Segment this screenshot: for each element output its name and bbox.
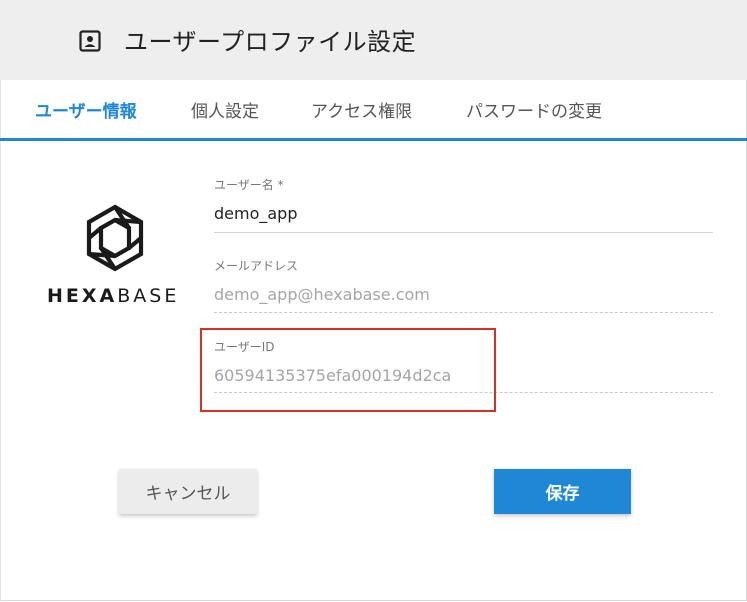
contact-card-icon <box>79 30 101 52</box>
logo-text-bold: HEXA <box>47 285 118 307</box>
tab-user-info[interactable]: ユーザー情報 <box>35 97 137 122</box>
title-bar: ユーザープロファイル設定 <box>0 0 747 80</box>
hexabase-logo-wordmark: HEXABASE <box>47 280 182 310</box>
user-id-highlight-box <box>200 328 496 412</box>
tab-change-password[interactable]: パスワードの変更 <box>466 97 602 122</box>
email-underline <box>214 312 713 313</box>
username-label: ユーザー名 * <box>214 178 284 192</box>
email-label: メールアドレス <box>214 259 299 273</box>
username-field[interactable]: ユーザー名 * demo_app <box>214 176 713 233</box>
cancel-button[interactable]: キャンセル <box>119 469 257 514</box>
hexabase-logo-icon <box>86 204 144 272</box>
email-value: demo_app@hexabase.com <box>214 285 430 304</box>
tab-bar: ユーザー情報 個人設定 アクセス権限 パスワードの変更 <box>0 80 747 141</box>
page-title: ユーザープロファイル設定 <box>124 28 417 56</box>
tab-personal-settings[interactable]: 個人設定 <box>191 97 259 122</box>
email-field: メールアドレス demo_app@hexabase.com <box>214 257 713 313</box>
logo-text-light: BASE <box>117 285 180 307</box>
tab-access-rights[interactable]: アクセス権限 <box>311 97 412 122</box>
username-input[interactable]: demo_app <box>214 204 713 223</box>
username-underline <box>214 232 713 233</box>
save-button[interactable]: 保存 <box>494 469 631 514</box>
